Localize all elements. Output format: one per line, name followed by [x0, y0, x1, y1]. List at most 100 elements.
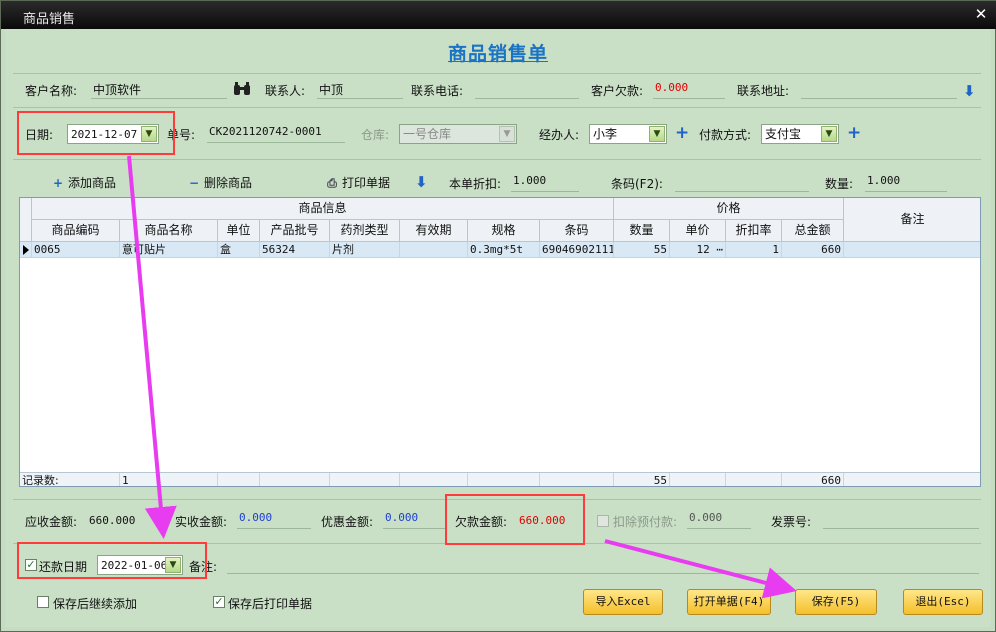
col-header[interactable]: 规格 — [468, 220, 540, 242]
table-cell[interactable]: 片剂 — [330, 242, 400, 258]
handler-select[interactable]: 小李 ▼ — [589, 124, 667, 144]
arrow-down-icon[interactable]: ⬇ — [963, 82, 976, 100]
col-header[interactable]: 总金额 — [782, 220, 844, 242]
col-header[interactable]: 数量 — [614, 220, 670, 242]
handler-value: 小李 — [593, 127, 618, 141]
print-after-save-label: 保存后打印单据 — [228, 597, 313, 611]
window-title: 商品销售 — [23, 12, 76, 27]
delete-product-button[interactable]: − 删除商品 — [187, 174, 252, 191]
table-cell[interactable]: 0065 — [32, 242, 120, 258]
address-field[interactable] — [801, 81, 957, 99]
table-cell[interactable]: 意可贴片 — [120, 242, 218, 258]
footer-cell — [330, 473, 400, 486]
plus-icon: + — [52, 176, 64, 190]
table-cell[interactable] — [400, 242, 468, 258]
add-payment-icon[interactable]: + — [847, 125, 861, 142]
footer-cell — [726, 473, 782, 486]
contact-field[interactable]: 中顶 — [317, 81, 403, 99]
close-icon[interactable]: ✕ — [973, 5, 989, 23]
table-cell[interactable]: 0.3mg*5t — [468, 242, 540, 258]
table-row[interactable]: 0065 意可贴片 盒 56324 片剂 0.3mg*5t 6904690211… — [20, 242, 980, 258]
remark-field[interactable] — [227, 556, 979, 574]
continue-add-label: 保存后继续添加 — [53, 597, 138, 611]
table-cell[interactable]: 6904690211149 — [540, 242, 614, 258]
footer-cell — [540, 473, 614, 486]
grid-footer: 记录数: 1 55 660 — [20, 472, 980, 486]
add-handler-icon[interactable]: + — [675, 125, 689, 142]
arrow-down-icon[interactable]: ⬇ — [415, 173, 428, 191]
divider — [13, 73, 981, 74]
prepay-field: 0.000 — [687, 511, 751, 529]
invoice-field[interactable] — [823, 511, 979, 529]
barcode-label: 条码(F2): — [611, 177, 663, 191]
debt-value: 0.000 — [653, 81, 725, 99]
col-header[interactable]: 单价 — [670, 220, 726, 242]
received-field[interactable]: 0.000 — [237, 511, 311, 529]
col-header[interactable]: 单位 — [218, 220, 260, 242]
continue-add-checkbox[interactable] — [37, 596, 49, 608]
table-cell[interactable]: 盒 — [218, 242, 260, 258]
discount-field[interactable]: 1.000 — [511, 174, 579, 192]
payment-select[interactable]: 支付宝 ▼ — [761, 124, 839, 144]
print-label: 打印单据 — [342, 176, 391, 190]
discount-amount-label: 优惠金额: — [321, 515, 374, 529]
table-cell[interactable]: 1 — [726, 242, 782, 258]
col-header-remark[interactable]: 备注 — [844, 198, 980, 242]
table-cell[interactable]: 12 ⋯ — [670, 242, 726, 258]
footer-cell — [844, 473, 980, 486]
footer-qty: 55 — [614, 473, 670, 486]
table-cell[interactable]: 56324 — [260, 242, 330, 258]
payment-value: 支付宝 — [765, 127, 802, 141]
phone-label: 联系电话: — [411, 84, 464, 98]
address-label: 联系地址: — [737, 84, 790, 98]
chevron-down-icon[interactable]: ▼ — [821, 126, 837, 142]
handler-label: 经办人: — [539, 128, 580, 142]
binoculars-icon[interactable] — [233, 82, 251, 96]
footer-cell — [670, 473, 726, 486]
table-cell[interactable]: 660 — [782, 242, 844, 258]
footer-count: 1 — [120, 473, 218, 486]
open-document-button[interactable]: 打开单据(F4) — [687, 589, 771, 615]
col-header[interactable]: 商品编码 — [32, 220, 120, 242]
prepay-checkbox — [597, 515, 609, 527]
col-header[interactable]: 有效期 — [400, 220, 468, 242]
col-header[interactable]: 条码 — [540, 220, 614, 242]
table-cell[interactable]: 55 — [614, 242, 670, 258]
chevron-down-icon[interactable]: ▼ — [649, 126, 665, 142]
current-row-indicator — [20, 242, 32, 258]
col-header[interactable]: 药剂类型 — [330, 220, 400, 242]
delete-product-label: 删除商品 — [204, 176, 253, 190]
phone-field[interactable] — [475, 81, 579, 99]
warehouse-label: 仓库: — [361, 128, 390, 142]
barcode-field[interactable] — [675, 174, 809, 192]
footer-cell — [468, 473, 540, 486]
prepay-label: 扣除预付款: — [613, 515, 678, 529]
exit-button[interactable]: 退出(Esc) — [903, 589, 983, 615]
save-button[interactable]: 保存(F5) — [795, 589, 877, 615]
debt-label: 客户欠款: — [591, 84, 644, 98]
customer-field[interactable]: 中顶软件 — [91, 81, 227, 99]
quantity-field[interactable]: 1.000 — [865, 174, 947, 192]
print-after-save-checkbox[interactable]: ✓ — [213, 596, 225, 608]
group-header-product: 商品信息 — [32, 198, 614, 220]
discount-label: 本单折扣: — [449, 177, 502, 191]
contact-label: 联系人: — [265, 84, 306, 98]
discount-amount-field[interactable]: 0.000 — [383, 511, 447, 529]
col-header[interactable]: 折扣率 — [726, 220, 782, 242]
warehouse-value: 一号仓库 — [403, 127, 452, 141]
product-grid[interactable]: 商品信息 价格 备注 商品编码 商品名称 单位 产品批号 药剂类型 有效期 规格… — [19, 197, 981, 487]
customer-label: 客户名称: — [25, 84, 78, 98]
received-label: 实收金额: — [175, 515, 228, 529]
sales-window: 商品销售 ✕ 商品销售单 客户名称: 中顶软件 联系人: 中顶 联系电话: 客户… — [0, 0, 996, 632]
table-cell[interactable] — [844, 242, 980, 258]
col-header[interactable]: 商品名称 — [120, 220, 218, 242]
col-header[interactable]: 产品批号 — [260, 220, 330, 242]
order-no-field: CK2021120742-0001 — [207, 125, 345, 143]
print-button[interactable]: ⎙ 打印单据 — [325, 174, 390, 191]
footer-cell — [260, 473, 330, 486]
import-excel-button[interactable]: 导入Excel — [583, 589, 663, 615]
quantity-label: 数量: — [825, 177, 854, 191]
add-product-button[interactable]: + 添加商品 — [51, 174, 116, 191]
row-header — [20, 198, 32, 242]
minus-icon: − — [188, 176, 200, 190]
